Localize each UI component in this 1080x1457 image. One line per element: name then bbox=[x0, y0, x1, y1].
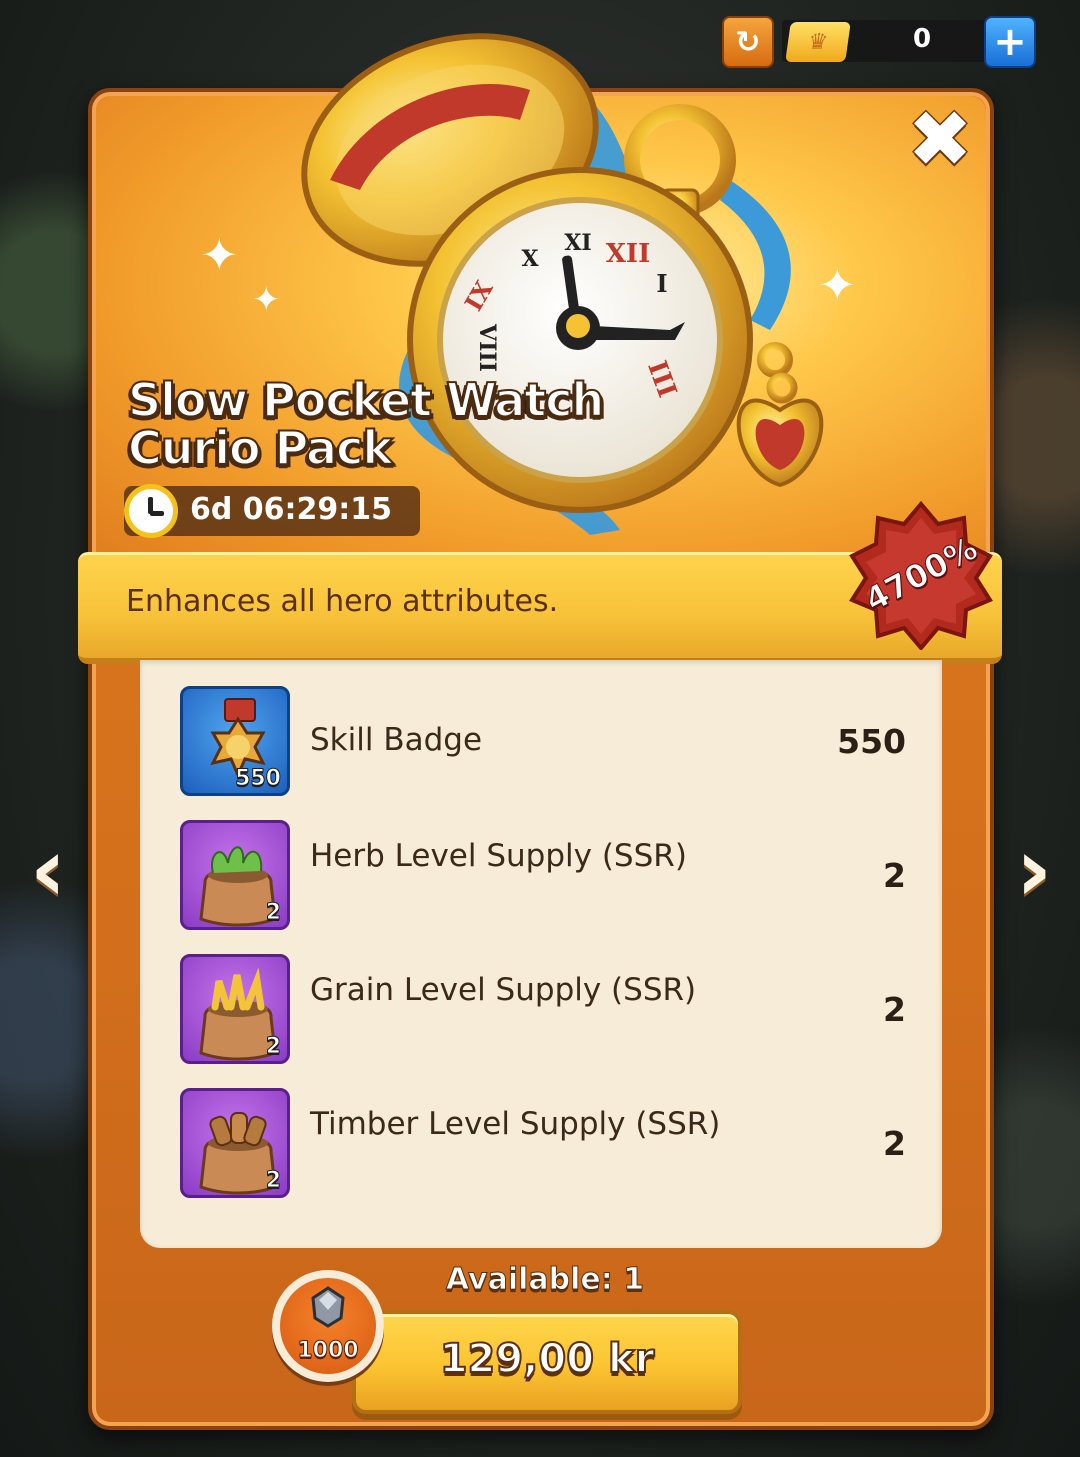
buy-price[interactable]: 129,00 kr bbox=[352, 1335, 742, 1383]
sparkle-icon: ✦ bbox=[252, 280, 281, 320]
gem-icon bbox=[311, 1286, 345, 1328]
ticket-count: 0 bbox=[912, 24, 932, 54]
list-item: 2 Timber Level Supply (SSR) 2 bbox=[180, 1088, 906, 1200]
add-currency-button[interactable]: + bbox=[984, 16, 1036, 68]
item-name: Grain Level Supply (SSR) bbox=[310, 972, 697, 1008]
item-amount: 2 bbox=[883, 856, 906, 895]
clock-icon bbox=[124, 484, 178, 538]
gem-bonus-amount: 1000 bbox=[297, 1338, 359, 1364]
timber-sack-icon: 2 bbox=[180, 1088, 290, 1198]
item-name: Skill Badge bbox=[310, 722, 483, 758]
skill-badge-icon: 550 bbox=[180, 686, 290, 796]
pack-description: Enhances all hero attributes. bbox=[126, 584, 559, 619]
item-amount: 2 bbox=[883, 1124, 906, 1163]
list-item: 2 Grain Level Supply (SSR) 2 bbox=[180, 954, 906, 1066]
item-icon-qty: 2 bbox=[265, 900, 281, 926]
close-button[interactable]: ✖ bbox=[905, 101, 975, 179]
item-amount: 2 bbox=[883, 990, 906, 1029]
watch-numeral: XII bbox=[606, 239, 651, 269]
previous-pack-arrow-icon[interactable]: ‹ bbox=[18, 826, 78, 914]
item-name: Herb Level Supply (SSR) bbox=[310, 838, 687, 874]
item-icon-qty: 2 bbox=[265, 1168, 281, 1194]
list-item: 2 Herb Level Supply (SSR) 2 bbox=[180, 820, 906, 932]
pack-title: Slow Pocket Watch Curio Pack bbox=[127, 373, 605, 475]
item-icon-qty: 2 bbox=[265, 1034, 281, 1060]
watch-numeral: VIII bbox=[474, 323, 500, 372]
herb-sack-icon: 2 bbox=[180, 820, 290, 930]
available-count: Available: 1 bbox=[445, 1262, 645, 1298]
sparkle-icon: ✦ bbox=[200, 228, 239, 282]
watch-numeral: XI bbox=[564, 230, 591, 256]
watch-numeral: I bbox=[656, 269, 667, 298]
item-icon-qty: 550 bbox=[235, 766, 282, 792]
watch-numeral: X bbox=[521, 246, 539, 272]
next-pack-arrow-icon[interactable]: › bbox=[1004, 826, 1064, 914]
countdown-timer: 6d 06:29:15 bbox=[124, 484, 420, 538]
item-amount: 550 bbox=[837, 722, 906, 761]
timer-text: 6d 06:29:15 bbox=[190, 492, 393, 527]
item-name: Timber Level Supply (SSR) bbox=[310, 1106, 721, 1142]
list-item: 550 Skill Badge 550 bbox=[180, 686, 906, 798]
grain-sack-icon: 2 bbox=[180, 954, 290, 1064]
